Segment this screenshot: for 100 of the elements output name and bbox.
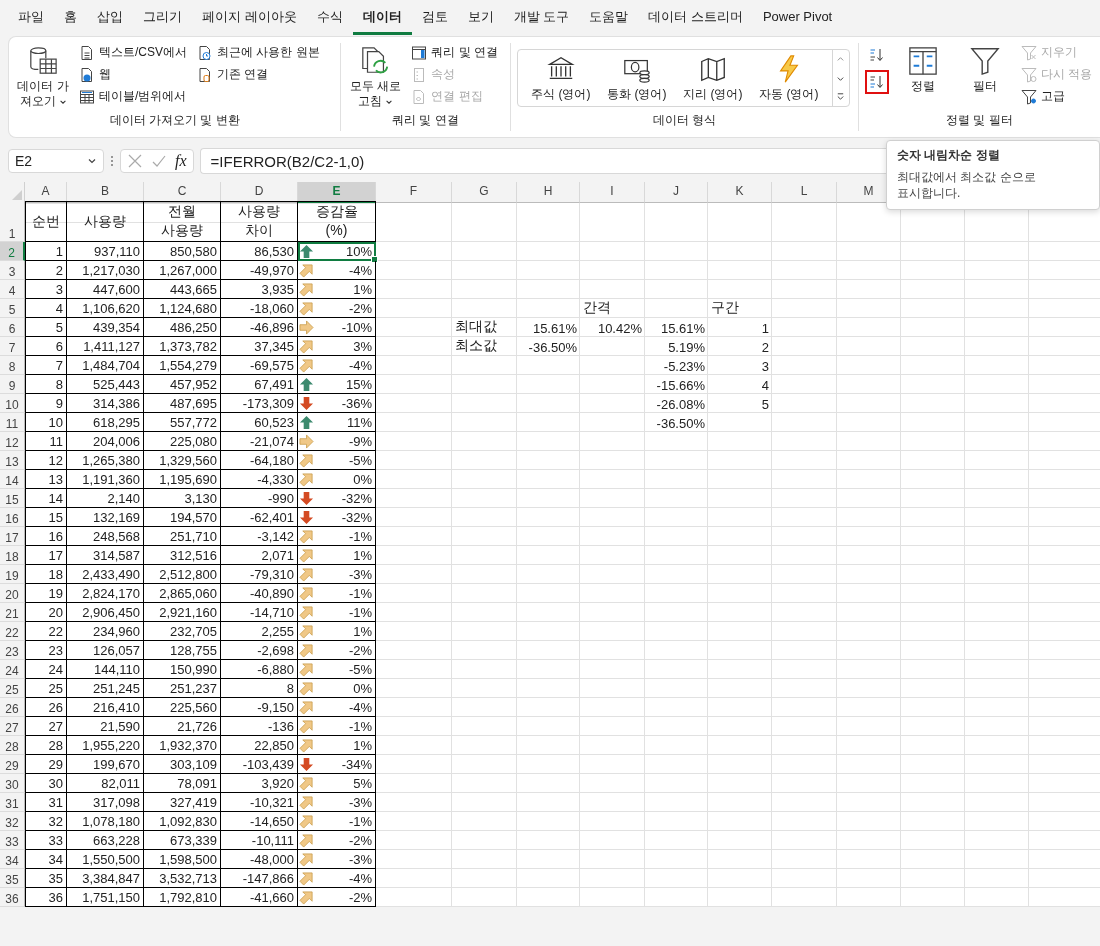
table-cell: 2: [761, 340, 769, 355]
table-cell: 12: [48, 453, 63, 468]
table-cell: 23: [48, 643, 63, 658]
table-cell: 2,921,160: [159, 605, 217, 620]
table-cell: 126,057: [93, 643, 140, 658]
table-cell: 3,130: [184, 491, 217, 506]
table-cell: 303,109: [170, 757, 217, 772]
table-cell: -1%: [348, 719, 372, 734]
table-cell: -49,970: [249, 263, 294, 278]
table-cell: -3%: [348, 795, 372, 810]
table-cell: -6,880: [257, 662, 294, 677]
table-cell: 13: [48, 472, 63, 487]
table-cell: 1,932,370: [159, 738, 217, 753]
table-cell: 204,006: [93, 434, 140, 449]
table-cell: 구간: [711, 299, 739, 317]
table-cell: 251,245: [93, 681, 140, 696]
table-cell: 3,384,847: [82, 871, 140, 886]
table-cell: -32%: [341, 510, 372, 525]
group-label: 데이터 형식: [651, 112, 717, 129]
table-cell: 1,106,620: [82, 301, 140, 316]
table-cell: 27: [48, 719, 63, 734]
table-cell: 5: [761, 397, 769, 412]
table-cell: 67,491: [254, 377, 294, 392]
table-cell: -5%: [348, 662, 372, 677]
table-cell: 439,354: [93, 320, 140, 335]
table-cell: 60,523: [254, 415, 294, 430]
table-cell: 251,710: [170, 529, 217, 544]
table-cell: -41,660: [249, 890, 294, 905]
table-cell: 1,195,690: [159, 472, 217, 487]
table-cell: -62,401: [249, 510, 294, 525]
table-cell: 232,705: [170, 624, 217, 639]
table-cell: 1%: [353, 548, 372, 563]
table-cell: 194,570: [170, 510, 217, 525]
table-cell: -173,309: [242, 396, 294, 411]
table-cell: 1,265,380: [82, 453, 140, 468]
table-cell: -46,896: [249, 320, 294, 335]
header-cell: 순번: [32, 211, 60, 231]
table-cell: 1,267,000: [159, 263, 217, 278]
table-cell: 8: [286, 681, 294, 696]
group-label: 정렬 및 필터: [945, 112, 1014, 129]
table-cell: 22,850: [254, 738, 294, 753]
table-cell: 19: [48, 586, 63, 601]
table-cell: 9: [55, 396, 63, 411]
table-cell: -4,330: [257, 472, 294, 487]
table-cell: 447,600: [93, 282, 140, 297]
table-cell: -32%: [341, 491, 372, 506]
table-cell: 2,865,060: [159, 586, 217, 601]
table-cell: 10%: [345, 244, 372, 259]
table-cell: 37,345: [254, 339, 294, 354]
table-cell: 24: [48, 662, 63, 677]
table-cell: -3,142: [257, 529, 294, 544]
table-cell: 1,550,500: [82, 852, 140, 867]
table-cell: 0%: [353, 472, 372, 487]
table-cell: 2,433,490: [82, 567, 140, 582]
table-cell: 1,411,127: [83, 339, 140, 354]
table-cell: 20: [48, 605, 63, 620]
table-cell: -1%: [348, 605, 372, 620]
table-cell: 1,955,220: [82, 738, 140, 753]
table-cell: 1: [761, 321, 769, 336]
table-cell: 1,598,500: [159, 852, 217, 867]
table-cell: 314,587: [93, 548, 140, 563]
table-cell: 28: [48, 738, 63, 753]
table-cell: 486,250: [170, 320, 217, 335]
table-cell: 5: [55, 320, 63, 335]
table-cell: 248,568: [93, 529, 140, 544]
table-cell: 850,580: [170, 244, 217, 259]
table-cell: -4%: [348, 263, 372, 278]
tooltip-title: 숫자 내림차순 정렬: [897, 147, 1001, 164]
group-label: 쿼리 및 연결: [391, 112, 460, 129]
table-cell: -5%: [348, 453, 372, 468]
table-cell: 3: [761, 359, 769, 374]
table-cell: 663,228: [93, 833, 140, 848]
table-cell: 314,386: [93, 396, 140, 411]
table-cell: -10,321: [249, 795, 294, 810]
table-cell: 31: [48, 795, 63, 810]
table-cell: -4%: [348, 700, 372, 715]
table-cell: 3%: [353, 339, 372, 354]
table-cell: 525,443: [93, 377, 140, 392]
table-cell: -21,074: [249, 434, 294, 449]
table-cell: 673,339: [170, 833, 217, 848]
table-cell: 3,532,713: [159, 871, 217, 886]
table-cell: 2,512,800: [159, 567, 217, 582]
table-cell: 0%: [353, 681, 372, 696]
table-cell: 2,906,450: [82, 605, 140, 620]
table-cell: 35: [48, 871, 63, 886]
table-cell: -40,890: [249, 586, 294, 601]
table-cell: -9%: [348, 434, 372, 449]
table-cell: 487,695: [170, 396, 217, 411]
table-cell: 10.42%: [597, 321, 642, 336]
table-cell: -10,111: [251, 833, 294, 848]
table-cell: 557,772: [170, 415, 217, 430]
table-cell: -990: [267, 491, 294, 506]
table-cell: 234,960: [93, 624, 140, 639]
table-cell: 937,110: [93, 244, 140, 259]
table-cell: 312,516: [170, 548, 217, 563]
table-cell: -103,439: [242, 757, 294, 772]
table-cell: 1%: [353, 624, 372, 639]
table-cell: 8: [55, 377, 63, 392]
table-cell: 16: [48, 529, 63, 544]
table-cell: 4: [761, 378, 769, 393]
